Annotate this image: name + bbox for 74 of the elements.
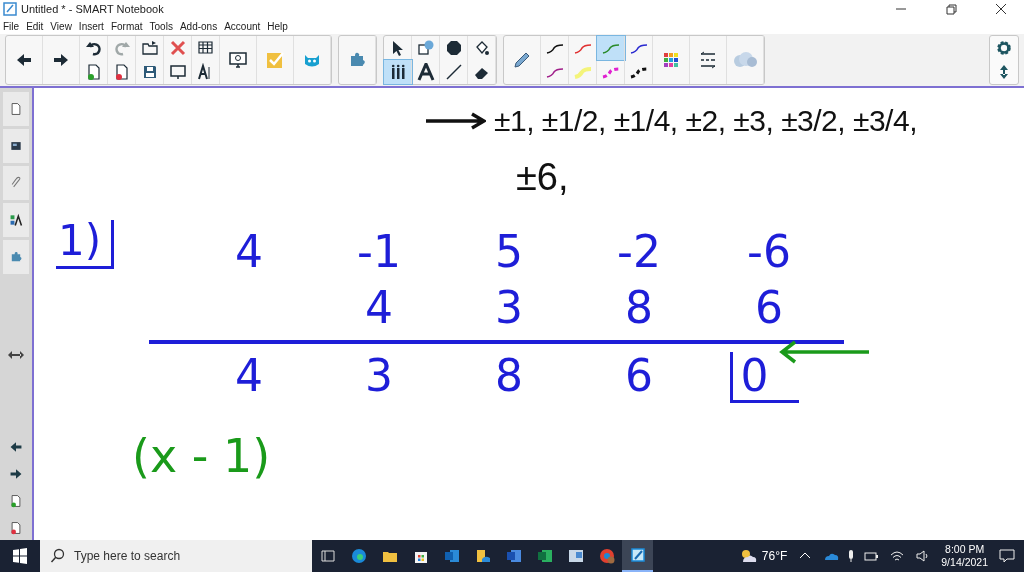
app-icon xyxy=(536,548,553,564)
handwritten-text: (x - 1) xyxy=(132,433,271,479)
menu-item[interactable]: View xyxy=(50,20,72,32)
minimize-icon xyxy=(896,8,906,10)
side-tab[interactable] xyxy=(3,129,29,163)
microphone-icon xyxy=(849,550,854,562)
window-title: Untitled * - SMART Notebook xyxy=(21,3,165,15)
app-icon xyxy=(319,548,336,564)
polygon-icon xyxy=(444,39,463,57)
handwritten-number: 3 xyxy=(364,352,394,403)
handwritten-number: 4 xyxy=(234,228,264,276)
clock-time[interactable]: 8:00 PM xyxy=(945,543,985,556)
handwritten-number: 3 xyxy=(494,284,524,332)
color-grid-icon xyxy=(662,51,680,69)
taskbar-app-button[interactable] xyxy=(622,540,653,572)
forward-arrow-icon xyxy=(52,51,70,69)
clock-date[interactable]: 9/14/2021 xyxy=(941,556,988,569)
handwritten-number: 6 xyxy=(754,284,784,332)
handwritten-number: 6 xyxy=(624,352,654,403)
handwritten-number: 5 xyxy=(494,228,524,276)
handwritten-number: 8 xyxy=(494,352,524,403)
handwritten-number: -1 xyxy=(356,228,402,276)
restore-icon xyxy=(943,1,959,17)
app-icon xyxy=(443,548,460,564)
app-icon xyxy=(474,548,491,564)
delete-icon xyxy=(168,39,187,57)
settings-icon xyxy=(995,39,1013,57)
back-arrow-icon xyxy=(15,51,33,69)
handwritten-number: 4 xyxy=(234,352,264,403)
remove-page-icon xyxy=(9,521,23,535)
handwritten-number: 4 xyxy=(364,284,394,332)
app-icon xyxy=(629,547,646,563)
app-icon xyxy=(350,548,367,564)
app-icon xyxy=(505,548,522,564)
menu-item[interactable]: Add-ons xyxy=(179,20,218,32)
shapes-icon xyxy=(416,39,435,57)
tool-button[interactable] xyxy=(384,60,412,84)
line-icon xyxy=(444,63,463,81)
app-icon xyxy=(567,548,584,564)
folder-icon xyxy=(140,39,159,57)
checkbox-icon xyxy=(265,50,285,70)
arrow-icon xyxy=(779,338,871,366)
forward-arrow-icon xyxy=(9,467,23,481)
add-page-icon xyxy=(9,494,23,508)
menu-item[interactable]: File xyxy=(3,20,20,32)
side-tab[interactable] xyxy=(3,203,29,237)
screen-capture-icon xyxy=(228,50,248,70)
handwritten-number: 0 xyxy=(729,352,799,403)
menu-item[interactable]: Edit xyxy=(26,20,44,32)
handwritten-text: 1) xyxy=(56,220,115,269)
back-arrow-icon xyxy=(9,440,23,454)
close-icon xyxy=(993,1,1009,17)
pencil-icon xyxy=(512,50,532,70)
handwritten-number: -6 xyxy=(746,228,792,276)
menu-item[interactable]: Help xyxy=(267,20,288,32)
menu-item[interactable]: Format xyxy=(110,20,143,32)
menu-item[interactable]: Insert xyxy=(78,20,104,32)
taskbar-search-field[interactable]: Type here to search xyxy=(40,540,312,572)
app-icon xyxy=(598,548,615,564)
text-tool-icon xyxy=(416,63,435,81)
page-icon xyxy=(9,100,23,118)
weather-temperature[interactable]: 76°F xyxy=(761,549,788,563)
menu-item[interactable]: Account xyxy=(224,20,261,32)
properties-icon xyxy=(9,211,23,229)
table-icon xyxy=(196,39,215,57)
handwritten-number: 8 xyxy=(624,284,654,332)
screen-icon xyxy=(168,63,187,81)
notification-icon xyxy=(998,547,1016,565)
handwritten-number: -2 xyxy=(616,228,662,276)
line-style-icon xyxy=(698,50,718,70)
handwritten-text: ±6, xyxy=(516,158,569,196)
menu-item[interactable]: Tools xyxy=(149,20,173,32)
windows-icon xyxy=(12,548,28,564)
handwritten-text: ±1, ±1/2, ±1/4, ±2, ±3, ±3/2, ±3/4, xyxy=(494,106,917,136)
